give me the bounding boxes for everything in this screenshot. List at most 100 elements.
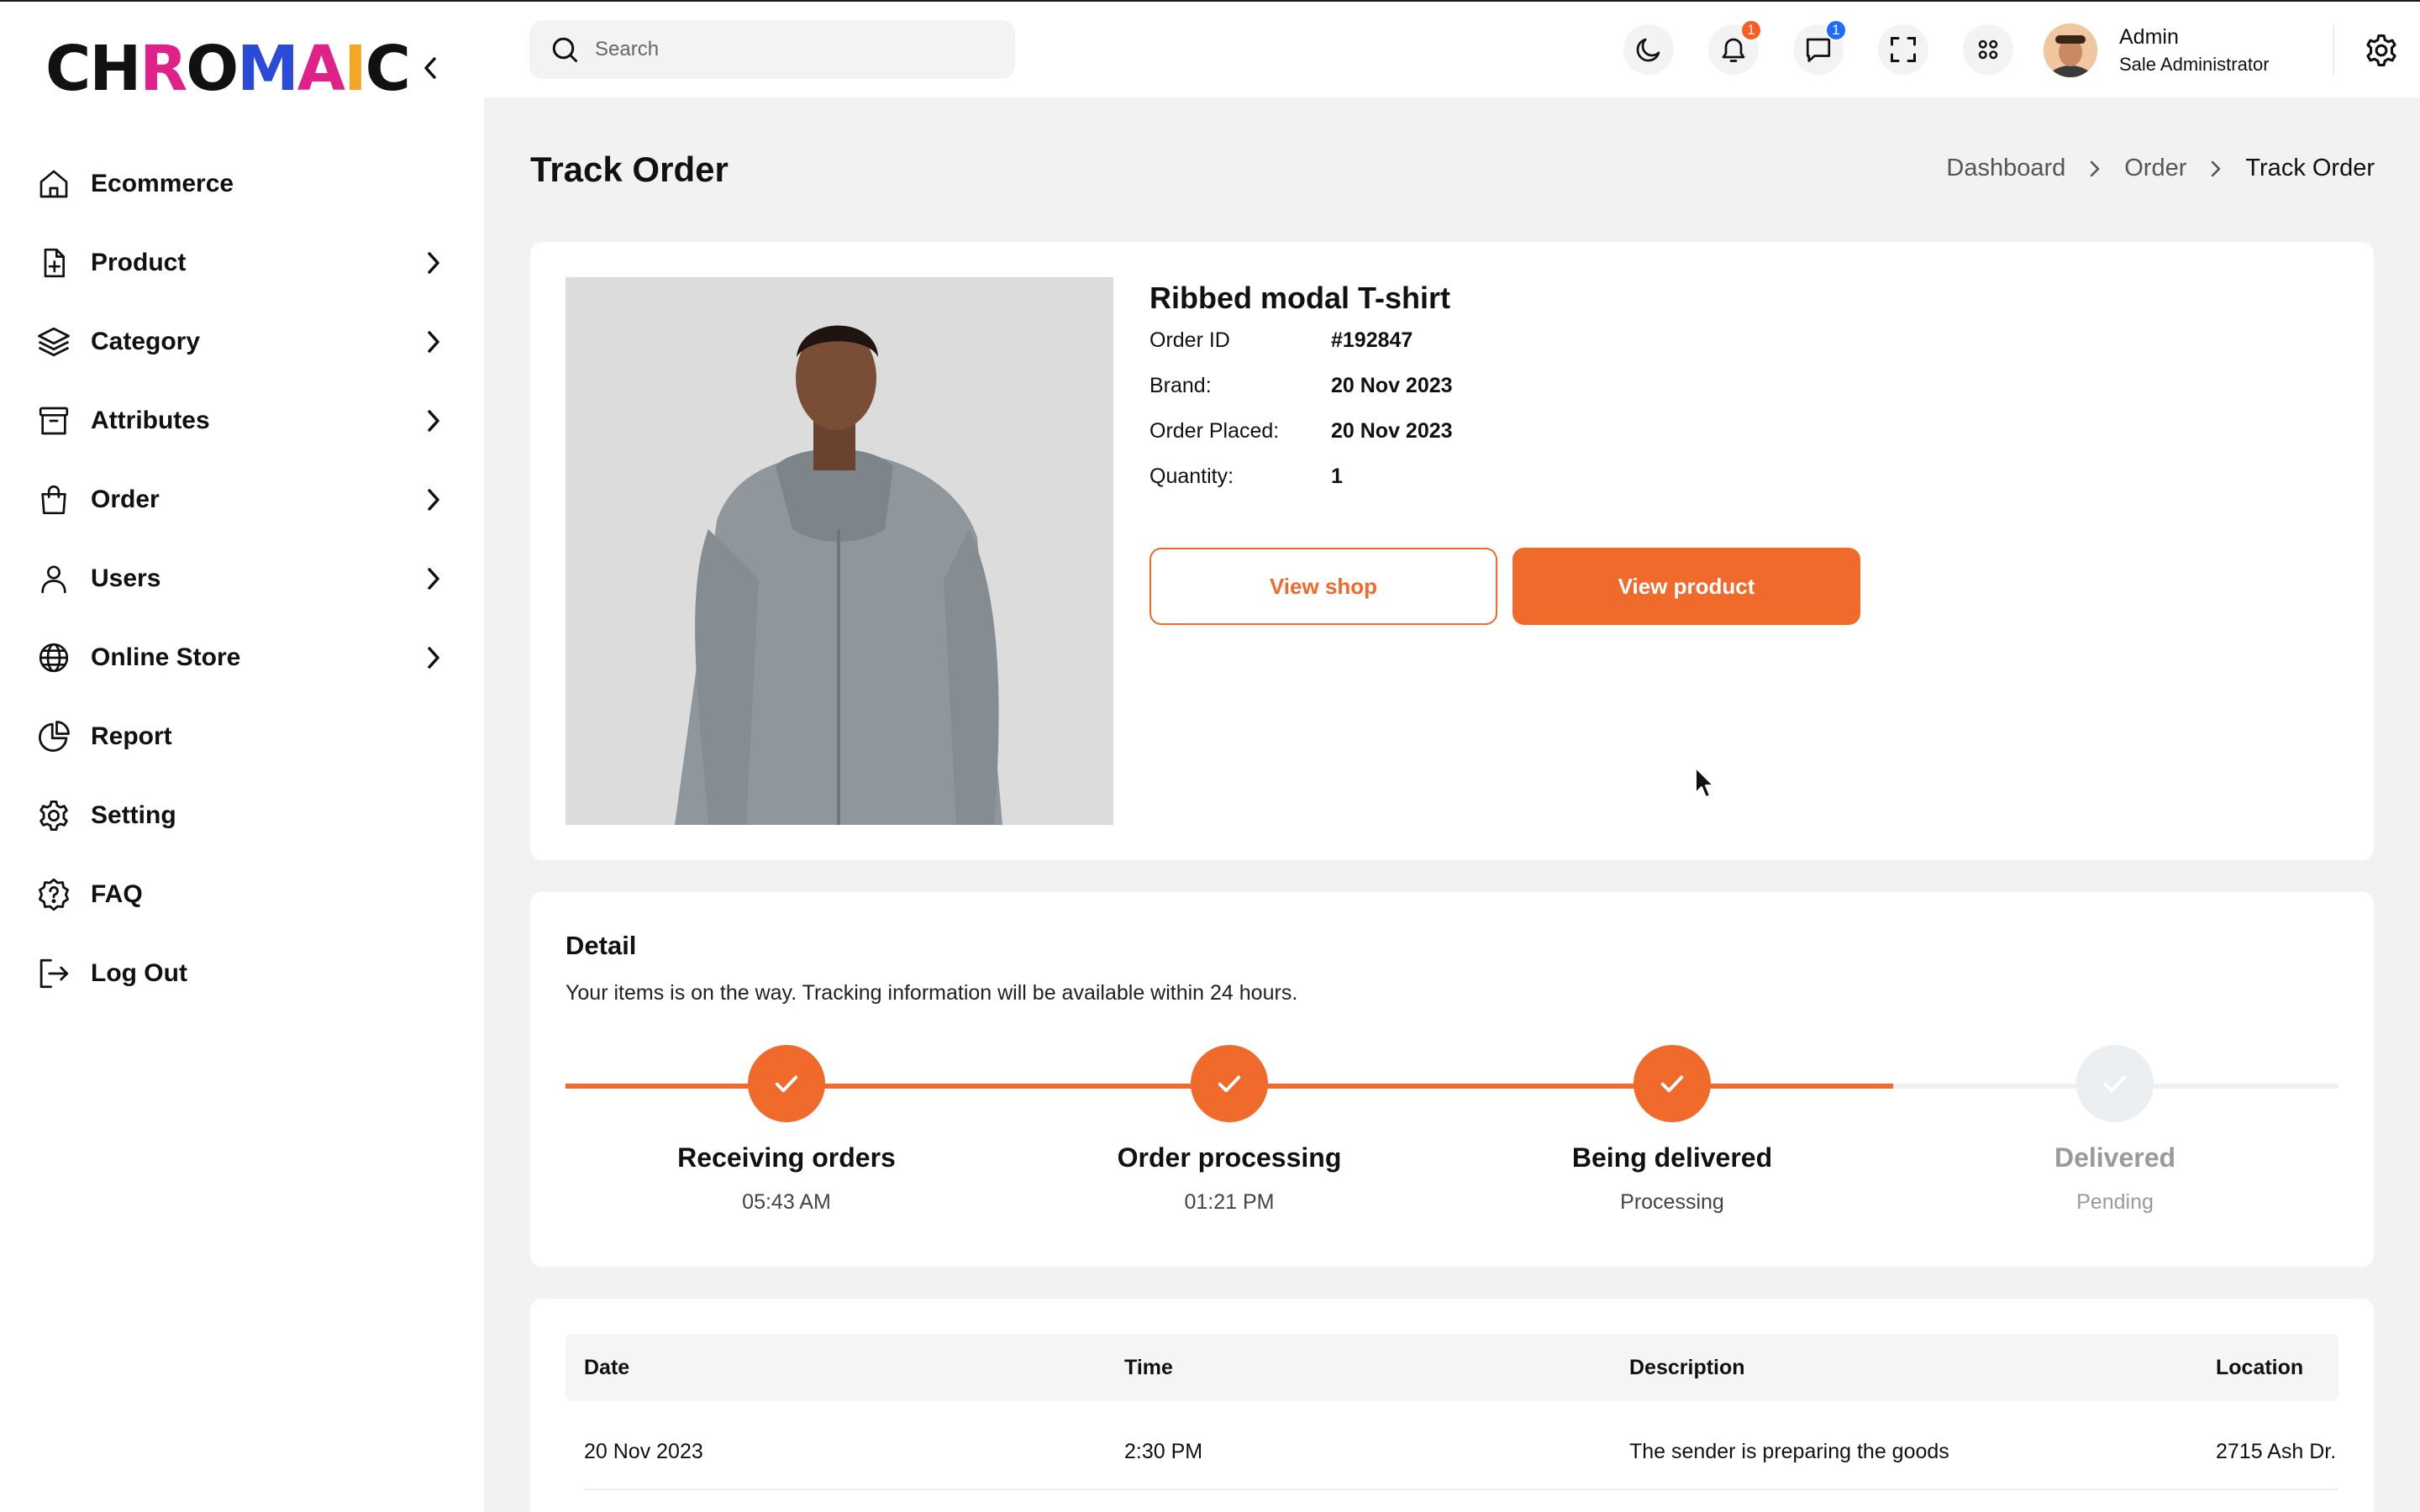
step-status: Pending	[2076, 1190, 2154, 1214]
sidebar-item-label: Users	[91, 564, 161, 592]
globe-icon	[35, 639, 72, 676]
sidebar-item-users[interactable]: Users	[0, 539, 484, 618]
breadcrumb-current: Track Order	[2245, 155, 2375, 181]
view-shop-button[interactable]: View shop	[1150, 548, 1497, 625]
detail-title: Detail	[566, 931, 637, 960]
quantity-label: Quantity:	[1150, 465, 1234, 488]
page-title: Track Order	[530, 150, 729, 189]
notifications-button[interactable]: 1	[1708, 19, 1762, 75]
order-id-value: #192847	[1331, 328, 1413, 352]
sidebar-item-label: Category	[91, 328, 201, 355]
notification-badge: 1	[1740, 19, 1762, 41]
sidebar-item-setting[interactable]: Setting	[0, 776, 484, 855]
order-placed-label: Order Placed:	[1150, 419, 1280, 443]
chevron-right-icon	[2210, 160, 2222, 178]
chevron-left-icon	[424, 57, 436, 79]
sidebar-item-attributes[interactable]: Attributes	[0, 381, 484, 460]
cell-time: 2:30 PM	[1124, 1440, 1203, 1463]
sidebar-item-label: Online Store	[91, 643, 241, 671]
sidebar-item-product[interactable]: Product	[0, 223, 484, 302]
search-icon	[552, 37, 577, 62]
brand-label: Brand:	[1150, 374, 1212, 397]
header-divider	[2333, 25, 2334, 76]
sidebar-nav: Ecommerce Product Category Attributes Or…	[0, 144, 484, 1013]
chevron-right-icon	[2089, 160, 2101, 178]
search-bar[interactable]	[529, 20, 1015, 79]
fullscreen-icon	[1891, 37, 1916, 62]
sidebar-item-online-store[interactable]: Online Store	[0, 618, 484, 697]
step-order-processing: Order processing 01:21 PM	[1078, 1045, 1381, 1215]
view-product-button[interactable]: View product	[1512, 548, 1860, 625]
sidebar-item-label: Report	[91, 722, 172, 750]
sidebar-item-label: Log Out	[91, 959, 187, 987]
pie-chart-icon	[35, 718, 72, 755]
logout-icon	[35, 955, 72, 992]
archive-icon	[35, 402, 72, 439]
check-icon	[748, 1045, 825, 1122]
chevron-right-icon	[415, 244, 452, 281]
logo-letter: O	[186, 33, 239, 105]
product-card: Ribbed modal T-shirt Order ID #192847 Br…	[530, 242, 2374, 860]
sidebar-item-label: Order	[91, 486, 160, 513]
column-header-description: Description	[1629, 1356, 1745, 1379]
logo-letter: I	[344, 33, 367, 105]
logo-letter: C	[365, 33, 411, 105]
column-header-date: Date	[584, 1356, 630, 1379]
breadcrumb-dashboard[interactable]: Dashboard	[1946, 155, 2065, 182]
brand-value: 20 Nov 2023	[1331, 374, 1453, 397]
logo-letter: M	[237, 33, 299, 105]
step-receiving-orders: Receiving orders 05:43 AM	[635, 1045, 938, 1215]
step-label: Being delivered	[1571, 1142, 1773, 1173]
sidebar: CHROMAIC Ecommerce Product Category Attr…	[0, 2, 484, 1512]
gear-icon	[35, 797, 72, 834]
order-id-label: Order ID	[1150, 328, 1230, 352]
sidebar-item-category[interactable]: Category	[0, 302, 484, 381]
table-header: Date Time Description Location	[566, 1334, 2338, 1401]
shopping-bag-icon	[35, 481, 72, 518]
chromaic-logo[interactable]: CHROMAIC	[45, 33, 411, 105]
layers-icon	[35, 323, 72, 360]
step-status: Processing	[1620, 1190, 1724, 1214]
step-label: Order processing	[1117, 1142, 1342, 1173]
check-icon	[2076, 1045, 2154, 1122]
sidebar-item-label: FAQ	[91, 880, 143, 908]
column-header-location: Location	[2216, 1356, 2304, 1379]
sidebar-item-report[interactable]: Report	[0, 697, 484, 776]
moon-icon	[1636, 38, 1660, 62]
step-being-delivered: Being delivered Processing	[1521, 1045, 1823, 1215]
detail-card: Detail Your items is on the way. Trackin…	[530, 892, 2374, 1267]
sidebar-item-label: Setting	[91, 801, 176, 829]
logo-letter: C	[45, 33, 91, 105]
home-icon	[35, 165, 72, 202]
tracking-history-table: Date Time Description Location 20 Nov 20…	[530, 1299, 2338, 1512]
messages-button[interactable]: 1	[1793, 19, 1847, 75]
sidebar-item-label: Product	[91, 249, 187, 276]
sidebar-item-faq[interactable]: FAQ	[0, 855, 484, 934]
chevron-right-icon	[415, 323, 452, 360]
sidebar-item-ecommerce[interactable]: Ecommerce	[0, 144, 484, 223]
step-time: 05:43 AM	[742, 1190, 831, 1214]
top-header: 1 1 Admin Sale Administrator	[484, 2, 2420, 97]
mouse-cursor-icon	[1695, 767, 1714, 798]
check-icon	[1191, 1045, 1268, 1122]
row-divider	[584, 1488, 2338, 1490]
avatar[interactable]	[2044, 24, 2097, 77]
help-badge-icon	[35, 876, 72, 913]
sidebar-collapse-button[interactable]	[412, 45, 449, 91]
sidebar-item-log-out[interactable]: Log Out	[0, 934, 484, 1013]
fullscreen-button[interactable]	[1878, 24, 1928, 75]
dark-mode-toggle[interactable]	[1623, 24, 1674, 75]
sidebar-item-order[interactable]: Order	[0, 460, 484, 539]
user-role: Sale Administrator	[2119, 54, 2270, 75]
step-label: Delivered	[2054, 1142, 2176, 1173]
cell-date: 20 Nov 2023	[584, 1440, 703, 1463]
breadcrumb-order[interactable]: Order	[2124, 155, 2186, 182]
settings-button[interactable]	[2360, 29, 2403, 72]
gear-icon	[2366, 34, 2396, 66]
message-badge: 1	[1825, 19, 1847, 41]
apps-button[interactable]	[1963, 24, 2013, 75]
logo-letter: H	[89, 33, 141, 105]
step-delivered: Delivered Pending	[1964, 1045, 2266, 1215]
logo-letter: R	[139, 33, 187, 105]
search-input[interactable]	[595, 38, 998, 61]
